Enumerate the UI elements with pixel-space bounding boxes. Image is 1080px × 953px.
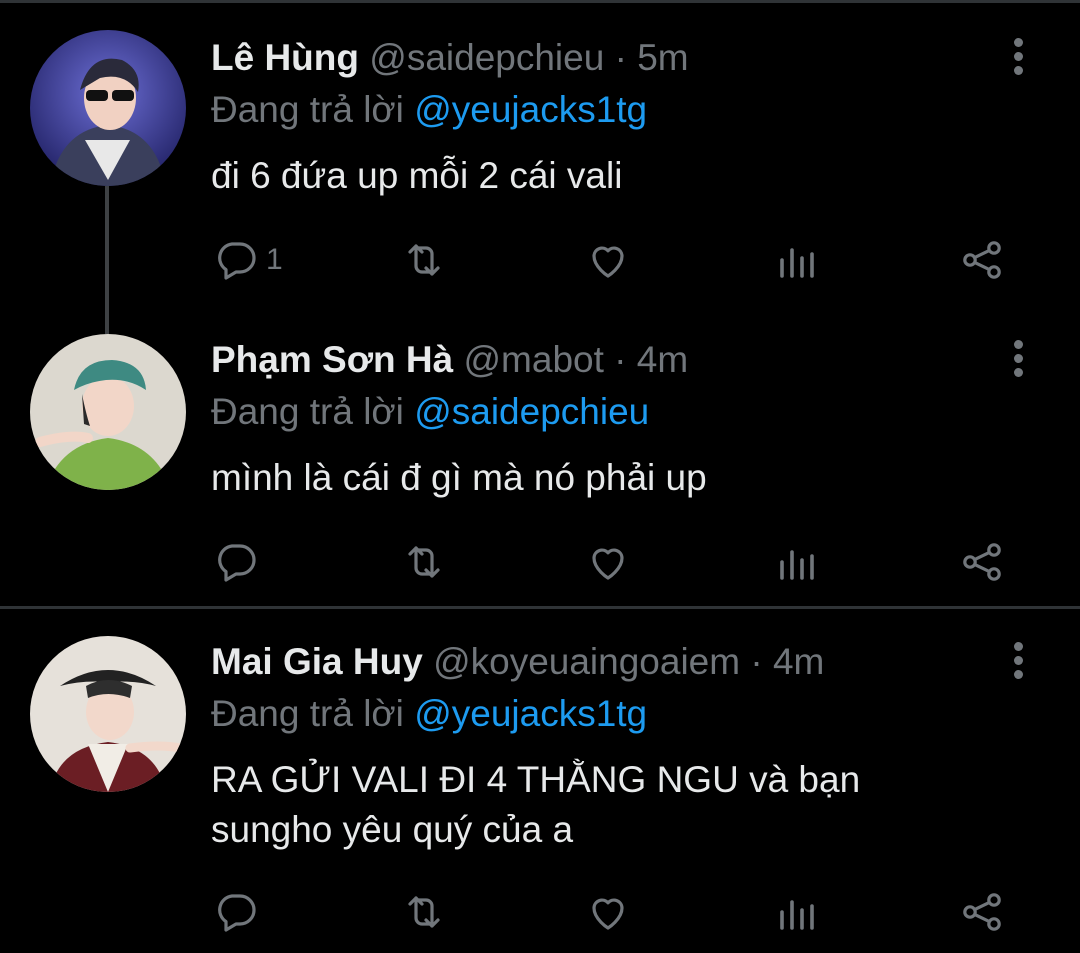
- share-icon: [963, 543, 1001, 581]
- avatar[interactable]: [30, 636, 186, 792]
- analytics-icon: [780, 900, 814, 930]
- separator-dot: ·: [614, 339, 627, 380]
- like-button[interactable]: [584, 884, 632, 940]
- separator-dot: ·: [750, 641, 763, 682]
- timestamp[interactable]: 4m: [637, 339, 688, 380]
- tweet-header: Lê Hùng @saidepchieu · 5m: [211, 36, 689, 80]
- like-button[interactable]: [584, 232, 632, 288]
- tweet-text: RA GỬI VALI ĐI 4 THẰNG NGU và bạn sungho…: [211, 758, 1011, 852]
- share-button[interactable]: [958, 534, 1006, 590]
- share-button[interactable]: [958, 884, 1006, 940]
- author-name[interactable]: Phạm Sơn Hà: [211, 339, 453, 380]
- timestamp[interactable]: 4m: [773, 641, 824, 682]
- reply-count: 1: [266, 243, 283, 276]
- tweet-divider: [0, 606, 1080, 609]
- replying-to: Đang trả lời @yeujacks1tg: [211, 88, 647, 132]
- action-bar: [0, 534, 1080, 590]
- tweet-text: đi 6 đứa up mỗi 2 cái vali: [211, 155, 623, 196]
- tweet-header: Phạm Sơn Hà @mabot · 4m: [211, 338, 688, 382]
- heart-icon: [592, 548, 624, 580]
- tweet-text-line-1: RA GỬI VALI ĐI 4 THẰNG NGU và bạn: [211, 759, 861, 800]
- retweet-icon: [408, 896, 440, 928]
- tweet-header: Mai Gia Huy @koyeuaingoaiem · 4m: [211, 640, 824, 684]
- mention-link[interactable]: @saidepchieu: [414, 391, 649, 432]
- retweet-button[interactable]: [400, 232, 448, 288]
- analytics-button[interactable]: [772, 884, 820, 940]
- author-name[interactable]: Lê Hùng: [211, 37, 359, 78]
- like-button[interactable]: [584, 534, 632, 590]
- replying-to: Đang trả lời @saidepchieu: [211, 390, 649, 434]
- reply-icon: [218, 544, 256, 582]
- action-bar: [0, 884, 1080, 940]
- reply-icon: [218, 894, 256, 932]
- tweet-text-line-2: sungho yêu quý của a: [211, 809, 574, 850]
- action-bar: 1: [0, 232, 1080, 288]
- reply-button[interactable]: [212, 534, 266, 590]
- analytics-button[interactable]: [772, 232, 820, 288]
- analytics-icon: [780, 550, 814, 580]
- avatar-image: [30, 334, 186, 490]
- more-vertical-icon[interactable]: [1000, 636, 1036, 684]
- heart-icon: [592, 898, 624, 930]
- author-handle[interactable]: @koyeuaingoaiem: [433, 641, 740, 682]
- retweet-button[interactable]: [400, 884, 448, 940]
- tweet-text: mình là cái đ gì mà nó phải up: [211, 457, 707, 498]
- replying-to-label: Đang trả lời: [211, 391, 404, 432]
- share-icon: [963, 241, 1001, 279]
- timeline: Lê Hùng @saidepchieu · 5m Đang trả lời @…: [0, 0, 1080, 953]
- share-icon: [963, 893, 1001, 931]
- analytics-icon: [780, 248, 814, 278]
- heart-icon: [592, 246, 624, 278]
- retweet-icon: [408, 244, 440, 276]
- replying-to-label: Đang trả lời: [211, 89, 404, 130]
- more-vertical-icon[interactable]: [1000, 334, 1036, 382]
- mention-link[interactable]: @yeujacks1tg: [414, 89, 647, 130]
- analytics-button[interactable]: [772, 534, 820, 590]
- top-divider: [0, 0, 1080, 3]
- mention-link[interactable]: @yeujacks1tg: [414, 693, 647, 734]
- replying-to-label: Đang trả lời: [211, 693, 404, 734]
- retweet-button[interactable]: [400, 534, 448, 590]
- avatar[interactable]: [30, 30, 186, 186]
- share-button[interactable]: [958, 232, 1006, 288]
- avatar-image: [30, 30, 186, 186]
- retweet-icon: [408, 546, 440, 578]
- author-name[interactable]: Mai Gia Huy: [211, 641, 423, 682]
- replying-to: Đang trả lời @yeujacks1tg: [211, 692, 647, 736]
- author-handle[interactable]: @mabot: [463, 339, 603, 380]
- reply-icon: [218, 242, 256, 280]
- timestamp[interactable]: 5m: [637, 37, 688, 78]
- reply-button[interactable]: 1: [212, 232, 283, 288]
- more-vertical-icon[interactable]: [1000, 32, 1036, 80]
- separator-dot: ·: [614, 37, 627, 78]
- reply-button[interactable]: [212, 884, 266, 940]
- avatar[interactable]: [30, 334, 186, 490]
- author-handle[interactable]: @saidepchieu: [369, 37, 604, 78]
- avatar-image: [30, 636, 186, 792]
